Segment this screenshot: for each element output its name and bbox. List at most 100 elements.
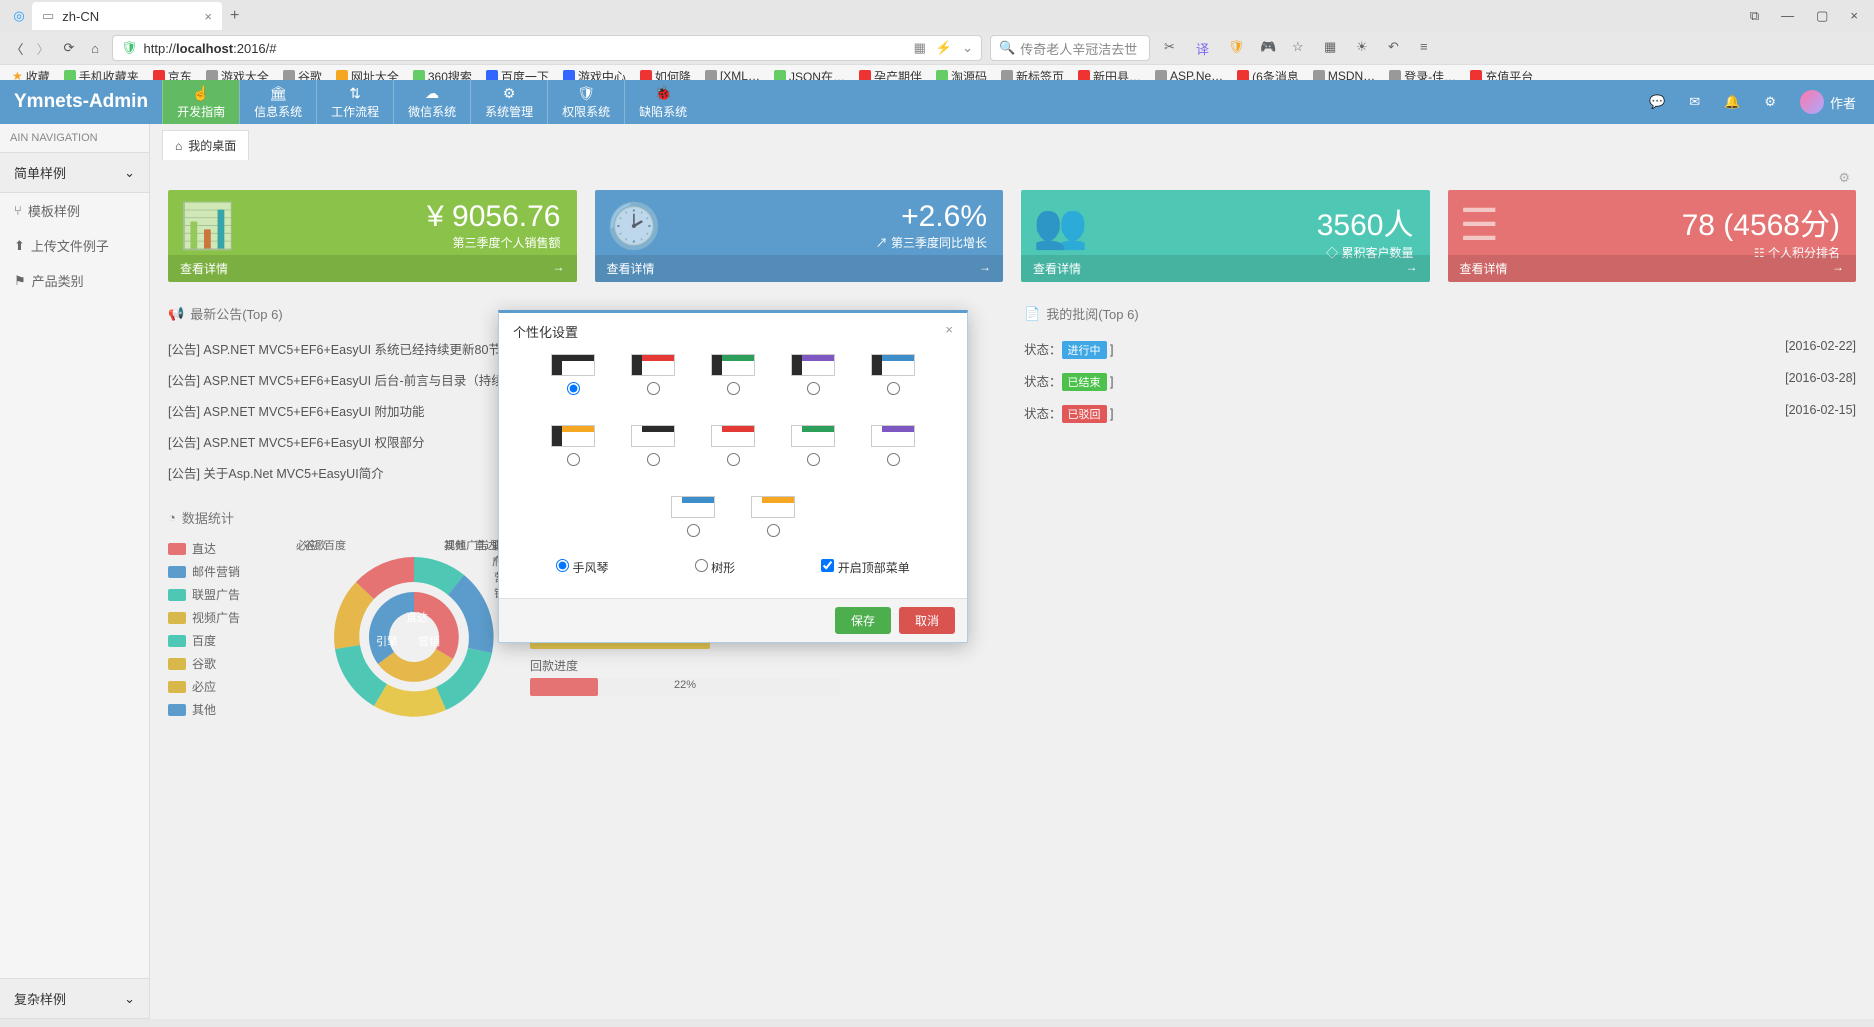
workspace-tab[interactable]: ⌂我的桌面 <box>162 130 249 160</box>
window-close-icon[interactable]: × <box>1850 8 1858 24</box>
theme-option[interactable] <box>791 425 835 466</box>
theme-option[interactable] <box>631 354 675 395</box>
save-button[interactable]: 保存 <box>835 607 891 634</box>
browser-tab[interactable]: ▭ zh-CN × <box>32 2 222 30</box>
window-minimize-icon[interactable]: — <box>1781 8 1794 24</box>
doc-icon: 📄 <box>1024 306 1040 322</box>
card-value: 78 (4568分) <box>1448 190 1857 244</box>
gear-icon[interactable]: ⚙ <box>1764 94 1776 110</box>
search-input[interactable]: 🔍 传奇老人辛冠洁去世 <box>990 35 1150 61</box>
sidebar-section-complex[interactable]: 复杂样例⌄ <box>0 978 149 1019</box>
opt-tree[interactable]: 树形 <box>695 559 735 576</box>
theme-option[interactable] <box>751 496 795 537</box>
legend-item[interactable]: 百度 <box>168 632 278 649</box>
sidebar-item-upload[interactable]: ⬆上传文件例子 <box>0 228 149 263</box>
user-menu[interactable]: 作者 <box>1800 90 1856 114</box>
top-tab-wechat[interactable]: ☁微信系统 <box>393 80 470 124</box>
theme-option[interactable] <box>871 354 915 395</box>
card-footer[interactable]: 查看详情→ <box>168 255 577 282</box>
window-maximize-icon[interactable]: ▢ <box>1816 8 1828 24</box>
scissors-icon[interactable]: ✂ <box>1164 39 1182 57</box>
card-footer[interactable]: 查看详情→ <box>1448 255 1857 282</box>
top-tab-auth[interactable]: 🛡权限系统 <box>547 80 624 124</box>
qr-icon[interactable]: ▦ <box>914 40 926 56</box>
approval-date: [2016-02-22] <box>1785 339 1856 359</box>
brand: Ymnets-Admin <box>0 91 162 113</box>
translate-icon[interactable]: 译 <box>1196 39 1214 57</box>
legend-item[interactable]: 视频广告 <box>168 609 278 626</box>
legend-item[interactable]: 邮件营销 <box>168 563 278 580</box>
nav-home-icon[interactable]: ⌂ <box>86 39 104 57</box>
window-ext-icon[interactable]: ⧉ <box>1750 8 1759 24</box>
theme-option[interactable] <box>631 425 675 466</box>
card-footer[interactable]: 查看详情→ <box>595 255 1004 282</box>
sitemap-icon: 🏛 <box>269 85 287 102</box>
url-input[interactable]: 🛡 http://localhost:2016/# ▦ ⚡ ⌄ <box>112 35 982 61</box>
tab-close-icon[interactable]: × <box>204 9 212 24</box>
card-footer[interactable]: 查看详情→ <box>1021 255 1430 282</box>
chevron-down-icon[interactable]: ⌄ <box>962 40 973 56</box>
status-badge: 已结束 <box>1062 373 1107 391</box>
sidebar-item-product[interactable]: ⚑产品类别 <box>0 263 149 298</box>
legend-item[interactable]: 直达 <box>168 540 278 557</box>
legend-item[interactable]: 联盟广告 <box>168 586 278 603</box>
approval-item[interactable]: 状态：已结束 ][2016-03-28] <box>1024 365 1856 397</box>
theme-option[interactable] <box>671 496 715 537</box>
modal-title: 个性化设置 <box>513 322 578 341</box>
url-text: http://localhost:2016/# <box>144 41 277 56</box>
avatar <box>1800 90 1824 114</box>
approval-item[interactable]: 状态：进行中 ][2016-02-22] <box>1024 333 1856 365</box>
nav-back-icon[interactable]: 〈 <box>8 39 26 57</box>
main-area: ⌂我的桌面 ⚙ 📊 ¥ 9056.76 第三季度个人销售额 查看详情→ 🕑 +2… <box>150 124 1874 1019</box>
theme-option[interactable] <box>551 425 595 466</box>
apps-icon[interactable]: ▦ <box>1324 39 1342 57</box>
mail-icon[interactable]: ✉ <box>1689 94 1700 110</box>
status-badge: 进行中 <box>1062 341 1107 359</box>
opt-accordion[interactable]: 手风琴 <box>556 559 608 576</box>
theme-option[interactable] <box>871 425 915 466</box>
stats-title: ◔数据统计 <box>168 508 1856 527</box>
card-growth: 🕑 +2.6% ↗ 第三季度同比增长 查看详情→ <box>595 190 1004 282</box>
sidebar-section-simple[interactable]: 简单样例⌄ <box>0 152 149 193</box>
theme-option[interactable] <box>551 354 595 395</box>
top-tab-info[interactable]: 🏛信息系统 <box>239 80 316 124</box>
progress-label: 回款进度 <box>530 657 1856 674</box>
theme-option[interactable] <box>791 354 835 395</box>
sun-icon[interactable]: ☀ <box>1356 39 1374 57</box>
sidebar-item-template[interactable]: ⑂模板样例 <box>0 193 149 228</box>
chat-icon[interactable]: 💬 <box>1649 94 1665 110</box>
card-rank: ☰ 78 (4568分) ☷ 个人积分排名 查看详情→ <box>1448 190 1857 282</box>
menu-icon[interactable]: ≡ <box>1420 39 1438 57</box>
approvals-title: 📄我的批阅(Top 6) <box>1024 304 1856 323</box>
game-icon[interactable]: 🎮 <box>1260 39 1278 57</box>
bolt-icon[interactable]: ⚡ <box>936 40 952 56</box>
new-tab-button[interactable]: + <box>230 7 239 25</box>
top-tab-defect[interactable]: 🐞缺陷系统 <box>624 80 701 124</box>
sidebar-header: AIN NAVIGATION <box>0 124 149 152</box>
undo-icon[interactable]: ↶ <box>1388 39 1406 57</box>
tab-favicon: ▭ <box>42 8 54 24</box>
gears-icon: ⚙ <box>503 85 516 102</box>
dashboard-settings-icon[interactable]: ⚙ <box>1838 170 1850 186</box>
arrow-right-icon: → <box>553 260 565 277</box>
top-tab-dev-guide[interactable]: ☝开发指南 <box>162 80 239 124</box>
theme-option[interactable] <box>711 425 755 466</box>
legend-item[interactable]: 其他 <box>168 701 278 718</box>
opt-topmenu[interactable]: 开启顶部菜单 <box>821 559 909 576</box>
piechart-icon: ◔ <box>168 510 176 525</box>
flag-icon: ⚑ <box>14 273 26 289</box>
legend-item[interactable]: 谷歌 <box>168 655 278 672</box>
nav-reload-icon[interactable]: ⟳ <box>60 39 78 57</box>
cancel-button[interactable]: 取消 <box>899 607 955 634</box>
legend-item[interactable]: 必应 <box>168 678 278 695</box>
top-tab-workflow[interactable]: ⇅工作流程 <box>316 80 393 124</box>
bell-icon[interactable]: 🔔 <box>1724 94 1740 110</box>
browser-logo-icon: ◎ <box>13 8 24 24</box>
approval-item[interactable]: 状态：已驳回 ][2016-02-15] <box>1024 397 1856 429</box>
star-icon[interactable]: ☆ <box>1292 39 1310 57</box>
top-tab-sysmgmt[interactable]: ⚙系统管理 <box>470 80 547 124</box>
theme-option[interactable] <box>711 354 755 395</box>
nav-forward-icon[interactable]: 〉 <box>34 39 52 57</box>
close-icon[interactable]: × <box>945 322 953 341</box>
shield2-icon[interactable]: 🛡 <box>1228 39 1246 57</box>
